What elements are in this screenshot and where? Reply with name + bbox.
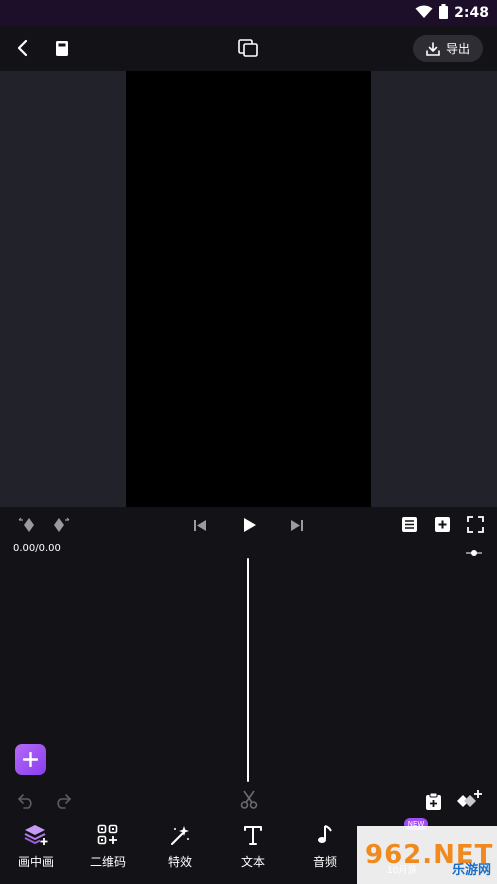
playhead[interactable] bbox=[247, 558, 249, 782]
text-icon bbox=[244, 826, 262, 845]
edit-actions-row bbox=[0, 786, 497, 816]
project-info-button[interactable] bbox=[51, 36, 73, 60]
nav-label: 特效 bbox=[167, 855, 192, 869]
time-readout: 0.00/0.00 bbox=[13, 543, 61, 554]
add-marker-button[interactable] bbox=[432, 514, 452, 534]
tool-effects[interactable]: 特效 bbox=[144, 816, 216, 884]
magic-wand-icon bbox=[171, 826, 189, 845]
tool-audio[interactable]: 音频 bbox=[289, 816, 361, 884]
add-transition-button[interactable] bbox=[456, 788, 484, 812]
play-button[interactable] bbox=[238, 514, 260, 536]
skip-next-icon bbox=[291, 519, 303, 531]
music-note-icon bbox=[318, 825, 332, 843]
status-time: 2:48 bbox=[454, 5, 489, 21]
fullscreen-button[interactable] bbox=[465, 514, 485, 534]
play-icon bbox=[243, 518, 256, 532]
redo-icon bbox=[57, 794, 72, 809]
layers-add-icon bbox=[24, 825, 48, 845]
chevron-left-icon bbox=[17, 39, 28, 57]
keyframe-next-icon bbox=[54, 517, 70, 532]
nav-label: 文本 bbox=[240, 855, 265, 869]
qr-code-add-icon bbox=[97, 824, 118, 845]
fullscreen-icon bbox=[466, 515, 484, 533]
undo-icon bbox=[17, 794, 32, 809]
nav-label: 画中画 bbox=[17, 855, 54, 869]
split-button[interactable] bbox=[238, 789, 260, 811]
video-canvas[interactable] bbox=[126, 71, 371, 507]
video-editor-screen: 2:48 导出 0.00/0.00 画中画 二维码 特效 文本 音频 NEW 9… bbox=[0, 0, 497, 884]
export-label: 导出 bbox=[445, 42, 470, 56]
watermark-tag: 10月游 bbox=[387, 866, 417, 876]
skip-previous-icon bbox=[194, 519, 206, 531]
status-right-group: 2:48 bbox=[415, 3, 489, 23]
clipboard-add-icon bbox=[425, 792, 441, 810]
back-button[interactable] bbox=[10, 36, 34, 60]
status-bar: 2:48 bbox=[0, 0, 497, 26]
undo-button[interactable] bbox=[16, 791, 36, 811]
watermark-sub: 乐游网 bbox=[451, 863, 491, 878]
aspect-ratio-icon bbox=[238, 39, 258, 57]
align-center-icon bbox=[401, 516, 417, 532]
tool-qr-code[interactable]: 二维码 bbox=[72, 816, 144, 884]
tool-text[interactable]: 文本 bbox=[217, 816, 289, 884]
watermark-logo: 962.NET 乐游网 10月游 bbox=[357, 826, 497, 884]
align-button[interactable] bbox=[399, 514, 419, 534]
next-keyframe-button[interactable] bbox=[50, 515, 72, 535]
skip-start-button[interactable] bbox=[190, 515, 210, 535]
scissors-icon bbox=[240, 790, 258, 809]
nav-label: 音频 bbox=[312, 855, 337, 869]
aspect-ratio-button[interactable] bbox=[236, 36, 260, 60]
nav-label: 二维码 bbox=[89, 855, 126, 869]
transition-add-icon bbox=[457, 790, 482, 807]
preview-area[interactable] bbox=[0, 71, 497, 507]
player-controls bbox=[0, 507, 497, 543]
redo-button[interactable] bbox=[53, 791, 73, 811]
wifi-icon bbox=[415, 4, 433, 23]
book-icon bbox=[56, 40, 68, 56]
paste-button[interactable] bbox=[422, 790, 444, 812]
add-media-button[interactable] bbox=[15, 744, 46, 775]
skip-end-button[interactable] bbox=[287, 515, 307, 535]
add-box-icon bbox=[434, 516, 450, 532]
download-icon bbox=[426, 41, 440, 56]
plus-icon bbox=[23, 752, 38, 767]
top-bar: 导出 bbox=[0, 26, 497, 71]
tool-picture-in-picture[interactable]: 画中画 bbox=[0, 816, 72, 884]
keyframe-prev-icon bbox=[18, 517, 34, 532]
battery-icon bbox=[439, 3, 449, 23]
export-button[interactable]: 导出 bbox=[413, 35, 483, 62]
prev-keyframe-button[interactable] bbox=[16, 515, 38, 535]
